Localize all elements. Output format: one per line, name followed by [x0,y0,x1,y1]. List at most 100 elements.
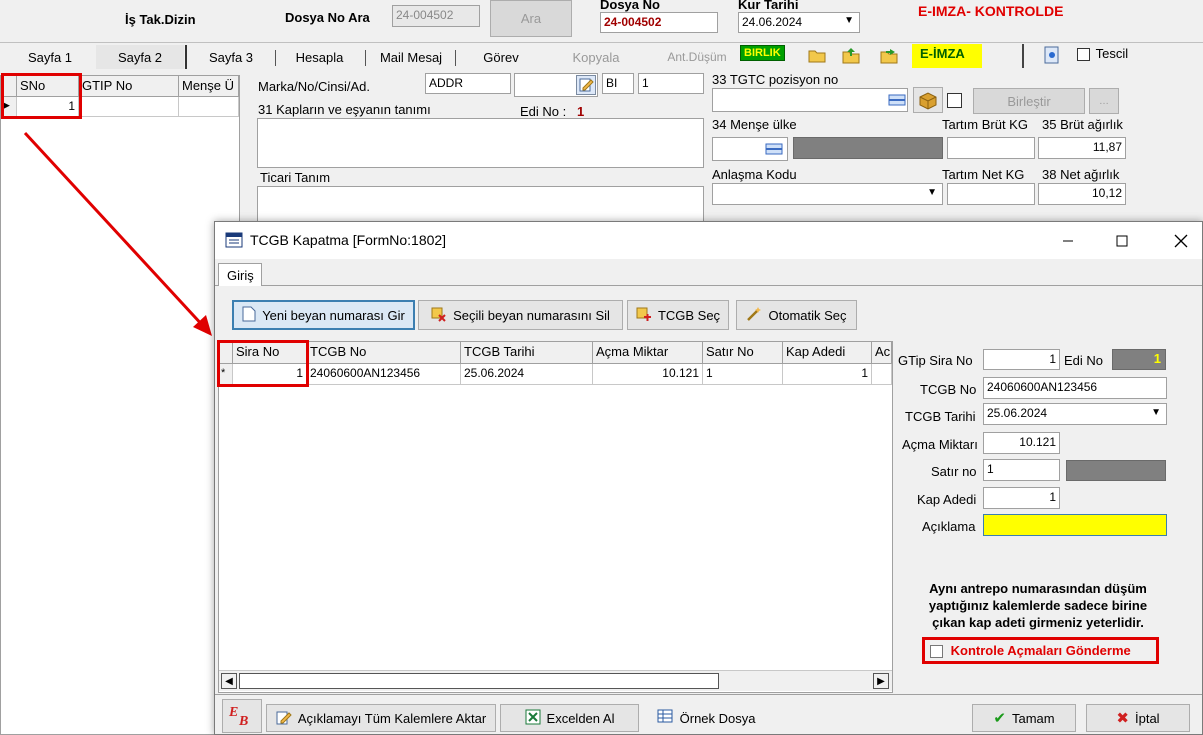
tescil-checkbox-box[interactable] [1077,48,1090,62]
dosya-no-field[interactable]: 24-004502 [600,12,718,33]
satir-no-input[interactable]: 1 [983,459,1060,481]
ara-button[interactable]: Ara [490,0,572,37]
svg-text:B: B [238,714,248,728]
dialog-titlebar[interactable]: TCGB Kapatma [FormNo:1802] [215,222,1202,259]
aciklama-aktar-button[interactable]: Açıklamayı Tüm Kalemlere Aktar [266,704,496,732]
tab-giris-label: Giriş [227,268,254,283]
otomatik-sec-button[interactable]: Otomatik Seç [736,300,857,330]
minimize-icon[interactable] [1058,231,1078,251]
table-row-kap-adedi[interactable]: 1 [783,364,872,385]
tab-giris[interactable]: Giriş [218,263,262,286]
tamam-label: Tamam [1011,710,1055,726]
table-row-tcgb-tarihi[interactable]: 25.06.2024 [461,364,593,385]
tab-mail-mesaj[interactable]: Mail Mesaj [372,45,450,69]
iptal-button[interactable]: ✖ İptal [1086,704,1190,732]
header-kap-adedi[interactable]: Kap Adedi [783,342,872,364]
edit-note-icon[interactable] [576,75,596,95]
mense-name-display [793,137,943,159]
edi-no-label: Edi No : [520,104,567,119]
satir-no-label: Satır no [931,464,977,479]
eb-logo-button[interactable]: EB [222,699,262,733]
anlasma-select[interactable]: ▼ [712,183,943,205]
birlestir-button[interactable]: Birleştir [973,88,1085,114]
window-icon [225,231,243,252]
header-acma-miktar[interactable]: Açma Miktar [593,342,703,364]
horizontal-scrollbar[interactable]: ◀ ▶ [219,670,892,691]
tgtc-input[interactable] [712,88,908,112]
header-ac[interactable]: Ac [872,342,892,364]
kur-tarihi-label: Kur Tarihi [738,0,799,12]
tab-divider [275,50,276,66]
tab-gorev[interactable]: Görev [462,45,540,69]
tamam-button[interactable]: ✔ Tamam [972,704,1076,732]
lookup-icon[interactable] [764,139,784,159]
table-row-acma-miktar[interactable]: 10.121 [593,364,703,385]
excelden-al-label: Excelden Al [546,710,615,726]
acma-miktari-input[interactable]: 10.121 [983,432,1060,454]
tartim-brut-label: Tartım Brüt KG [942,117,1028,132]
marka-input[interactable]: ADDR [425,73,511,94]
scroll-left-icon[interactable]: ◀ [221,673,237,689]
lookup-icon[interactable] [887,90,907,110]
tcgb-grid[interactable] [218,341,893,693]
bi-input[interactable]: BI [602,73,634,94]
header-tcgb-tarihi[interactable]: TCGB Tarihi [461,342,593,364]
net-input[interactable]: 10,12 [1038,183,1126,205]
ticari-tanim-textarea[interactable] [257,186,704,226]
gtip-sira-input[interactable]: 1 [983,349,1060,370]
tcgb-no-label: TCGB No [920,382,977,397]
ant-dusum-button[interactable]: Ant.Düşüm [655,45,739,69]
tab-hesapla[interactable]: Hesapla [282,45,357,69]
header-tcgb-no[interactable]: TCGB No [307,342,461,364]
edi-no-display: 1 [1112,349,1166,370]
close-icon[interactable] [1171,231,1191,251]
table-row-satir-no[interactable]: 1 [703,364,783,385]
export-icon[interactable] [880,46,898,67]
excelden-al-button[interactable]: Excelden Al [500,704,639,732]
scroll-right-icon[interactable]: ▶ [873,673,889,689]
tgtc-label: 33 TGTC pozisyon no [712,72,839,87]
tcgb-tarihi-select[interactable]: 25.06.2024 ▼ [983,403,1167,425]
table-row-tcgb-no[interactable]: 24060600AN123456 [307,364,461,385]
dosya-no-ara-input[interactable]: 24-004502 [392,5,480,27]
gtip-sira-label: GTip Sira No [898,353,973,368]
tartim-net-input[interactable] [947,183,1035,205]
box-icon[interactable] [913,87,943,113]
scroll-thumb[interactable] [239,673,719,689]
tcgb-no-input[interactable]: 24060600AN123456 [983,377,1167,399]
tcgb-sec-button[interactable]: TCGB Seç [627,300,729,330]
bi-number-input[interactable]: 1 [638,73,704,94]
tcgb-kapatma-dialog: TCGB Kapatma [FormNo:1802] Giriş Yeni be… [214,221,1203,735]
otomatik-sec-label: Otomatik Seç [768,307,847,323]
ticari-tanim-label: Ticari Tanım [260,170,331,185]
tab-divider [455,50,456,66]
folder-open-icon[interactable] [808,48,826,67]
secili-sil-button[interactable]: Seçili beyan numarasını Sil [418,300,623,330]
aciklama-input[interactable] [983,514,1167,536]
ornek-dosya-button[interactable]: Örnek Dosya [657,709,756,726]
tgtc-checkbox[interactable] [947,93,962,108]
tartim-net-label: Tartım Net KG [942,167,1025,182]
upload-icon[interactable] [842,46,860,67]
brut-input[interactable]: 11,87 [1038,137,1126,159]
page-icon[interactable] [1044,46,1060,67]
yeni-beyan-button[interactable]: Yeni beyan numarası Gir [232,300,415,330]
header-satir-no[interactable]: Satır No [703,342,783,364]
birlik-badge[interactable]: BIRLIK [740,45,785,61]
kaplar-textarea[interactable] [257,118,704,168]
chevron-down-icon: ▼ [927,187,937,198]
more-button[interactable]: … [1089,88,1119,114]
kopyala-button[interactable]: Kopyala [558,45,634,69]
maximize-icon[interactable] [1112,231,1132,251]
kontrole-label: Kontrole Açmaları Gönderme [950,643,1131,658]
kontrole-checkbox-box[interactable] [930,645,943,659]
tescil-checkbox[interactable]: Tescil [1077,46,1128,62]
tartim-brut-input[interactable] [947,137,1035,159]
kap-adedi-input[interactable]: 1 [983,487,1060,509]
check-icon: ✔ [993,710,1006,727]
eimza-button[interactable]: E-İMZA [912,44,982,68]
kontrole-checkbox[interactable]: Kontrole Açmaları Gönderme [922,637,1159,664]
table-row-ac[interactable] [872,364,892,385]
ornek-dosya-label: Örnek Dosya [679,711,756,726]
kur-tarihi-select[interactable]: 24.06.2024 ▼ [738,12,860,33]
